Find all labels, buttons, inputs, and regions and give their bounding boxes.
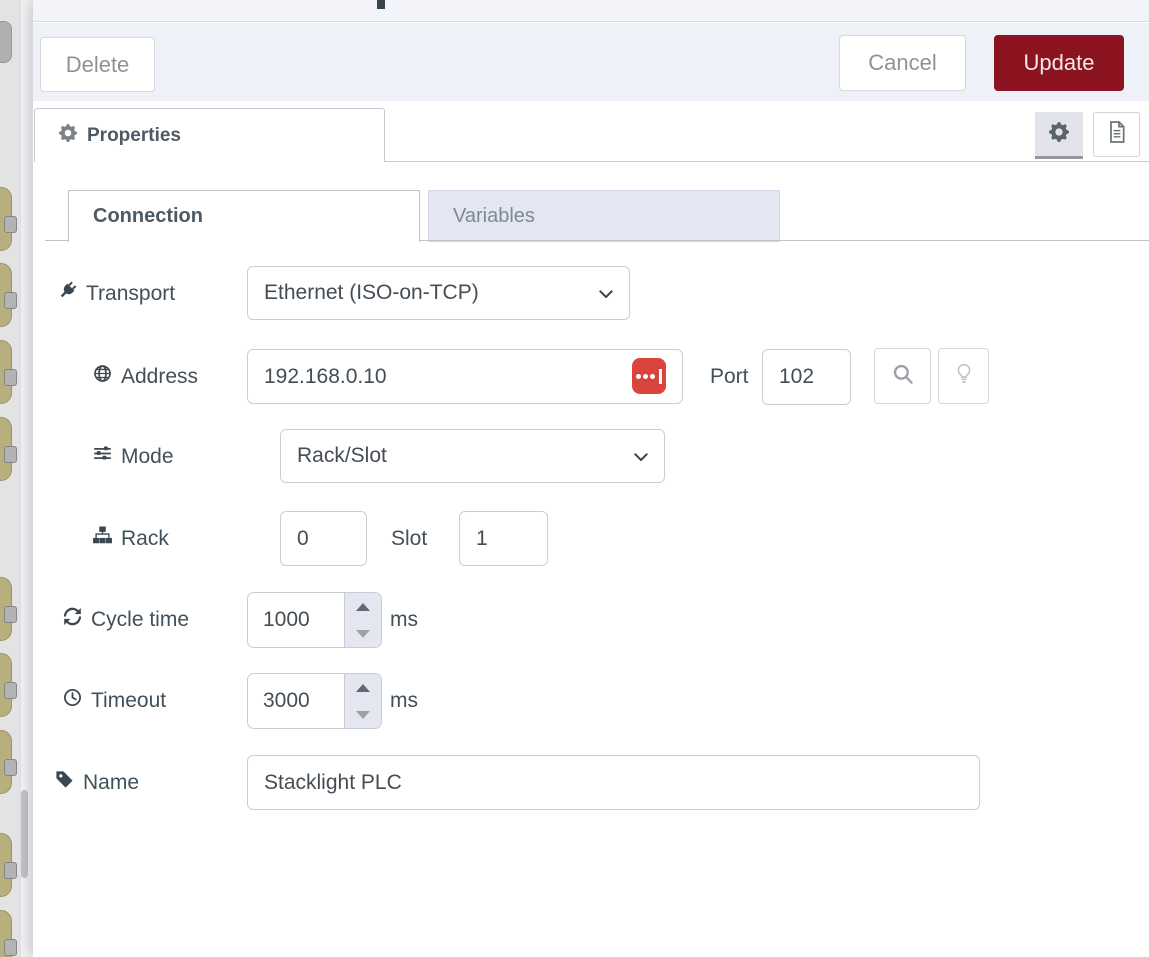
transport-select[interactable]: Ethernet (ISO-on-TCP): [247, 266, 630, 320]
flow-node[interactable]: [0, 730, 12, 794]
transport-label: Transport: [58, 266, 175, 321]
tab-connection[interactable]: Connection: [68, 190, 420, 242]
cancel-button[interactable]: Cancel: [839, 35, 966, 91]
node-description-button[interactable]: [1093, 112, 1140, 157]
flow-node[interactable]: [0, 653, 12, 717]
node-port: [4, 759, 17, 776]
address-input[interactable]: [247, 349, 683, 404]
edit-properties-button[interactable]: [1035, 112, 1083, 159]
flow-node[interactable]: [0, 187, 12, 251]
scan-network-button[interactable]: [874, 348, 931, 404]
timeout-unit: ms: [390, 673, 418, 728]
test-connection-button[interactable]: [938, 348, 989, 404]
delete-button[interactable]: Delete: [40, 37, 155, 92]
chevron-down-icon: [599, 281, 613, 305]
gear-icon: [1049, 122, 1069, 147]
cycle-time-input[interactable]: [248, 593, 344, 647]
flow-node[interactable]: [0, 833, 12, 897]
tab-variables[interactable]: Variables: [428, 190, 780, 242]
rack-label: Rack: [93, 511, 169, 566]
timeout-label: Timeout: [63, 673, 166, 728]
clock-icon: [63, 688, 82, 713]
chevron-down-icon: [634, 444, 648, 468]
node-port: [4, 606, 17, 623]
caret-up-icon: [356, 603, 370, 611]
spinner-controls: [344, 674, 381, 728]
tag-icon: [55, 770, 74, 795]
slot-input[interactable]: [459, 511, 548, 566]
node-port: [4, 446, 17, 463]
name-label: Name: [55, 755, 139, 810]
properties-tab-label: Properties: [87, 125, 181, 147]
clipped-title-fragment: [377, 0, 385, 9]
node-port: [4, 292, 17, 309]
slot-label: Slot: [391, 511, 427, 566]
node-port: [4, 939, 17, 956]
sitemap-icon: [93, 526, 112, 551]
screen: Delete Cancel Update Properties: [0, 0, 1149, 957]
cycle-time-unit: ms: [390, 592, 418, 647]
sliders-icon: [93, 444, 112, 469]
plug-icon: [58, 281, 77, 306]
node-port: [4, 369, 17, 386]
tray-toolbar: Delete Cancel Update: [33, 23, 1149, 101]
cycle-time-label: Cycle time: [63, 592, 189, 647]
mode-select[interactable]: Rack/Slot: [280, 429, 665, 483]
password-autofill-icon[interactable]: [632, 358, 666, 394]
lightbulb-icon: [955, 363, 973, 390]
search-icon: [892, 363, 914, 390]
flow-node[interactable]: [0, 263, 12, 327]
gear-icon: [59, 124, 77, 147]
flow-node[interactable]: [0, 21, 12, 63]
flow-node[interactable]: [0, 417, 12, 481]
timeout-spinner: [247, 673, 382, 729]
caret-down-icon: [356, 711, 370, 719]
node-port: [4, 216, 17, 233]
caret-down-icon: [356, 630, 370, 638]
spin-down-button[interactable]: [345, 620, 381, 647]
node-red-workspace: [0, 0, 33, 957]
vertical-scrollbar[interactable]: [21, 790, 28, 878]
flow-node[interactable]: [0, 577, 12, 641]
cycle-time-spinner: [247, 592, 382, 648]
update-button[interactable]: Update: [994, 35, 1124, 91]
mode-label: Mode: [93, 429, 174, 484]
edit-node-dialog: Delete Cancel Update Properties: [33, 0, 1149, 957]
port-input[interactable]: [762, 349, 851, 405]
tab-properties[interactable]: Properties: [34, 108, 385, 162]
rack-input[interactable]: [280, 511, 367, 566]
timeout-input[interactable]: [248, 674, 344, 728]
globe-icon: [93, 364, 112, 389]
mode-selected-value: Rack/Slot: [297, 444, 387, 468]
node-port: [4, 682, 17, 699]
name-input[interactable]: [247, 755, 980, 810]
tab-strip-line: [45, 240, 68, 241]
spin-down-button[interactable]: [345, 701, 381, 728]
transport-selected-value: Ethernet (ISO-on-TCP): [264, 281, 479, 305]
tray-header: [33, 0, 1149, 22]
caret-up-icon: [356, 684, 370, 692]
spin-up-button[interactable]: [345, 674, 381, 701]
flow-node[interactable]: [0, 340, 12, 404]
properties-tab-strip-line: [385, 161, 1149, 162]
tab-strip-line: [420, 240, 1149, 241]
spinner-controls: [344, 593, 381, 647]
node-port: [4, 862, 17, 879]
port-label: Port: [710, 349, 749, 404]
address-label: Address: [93, 349, 198, 404]
flow-node[interactable]: [0, 910, 12, 957]
spin-up-button[interactable]: [345, 593, 381, 620]
document-icon: [1106, 120, 1128, 149]
refresh-icon: [63, 607, 82, 632]
